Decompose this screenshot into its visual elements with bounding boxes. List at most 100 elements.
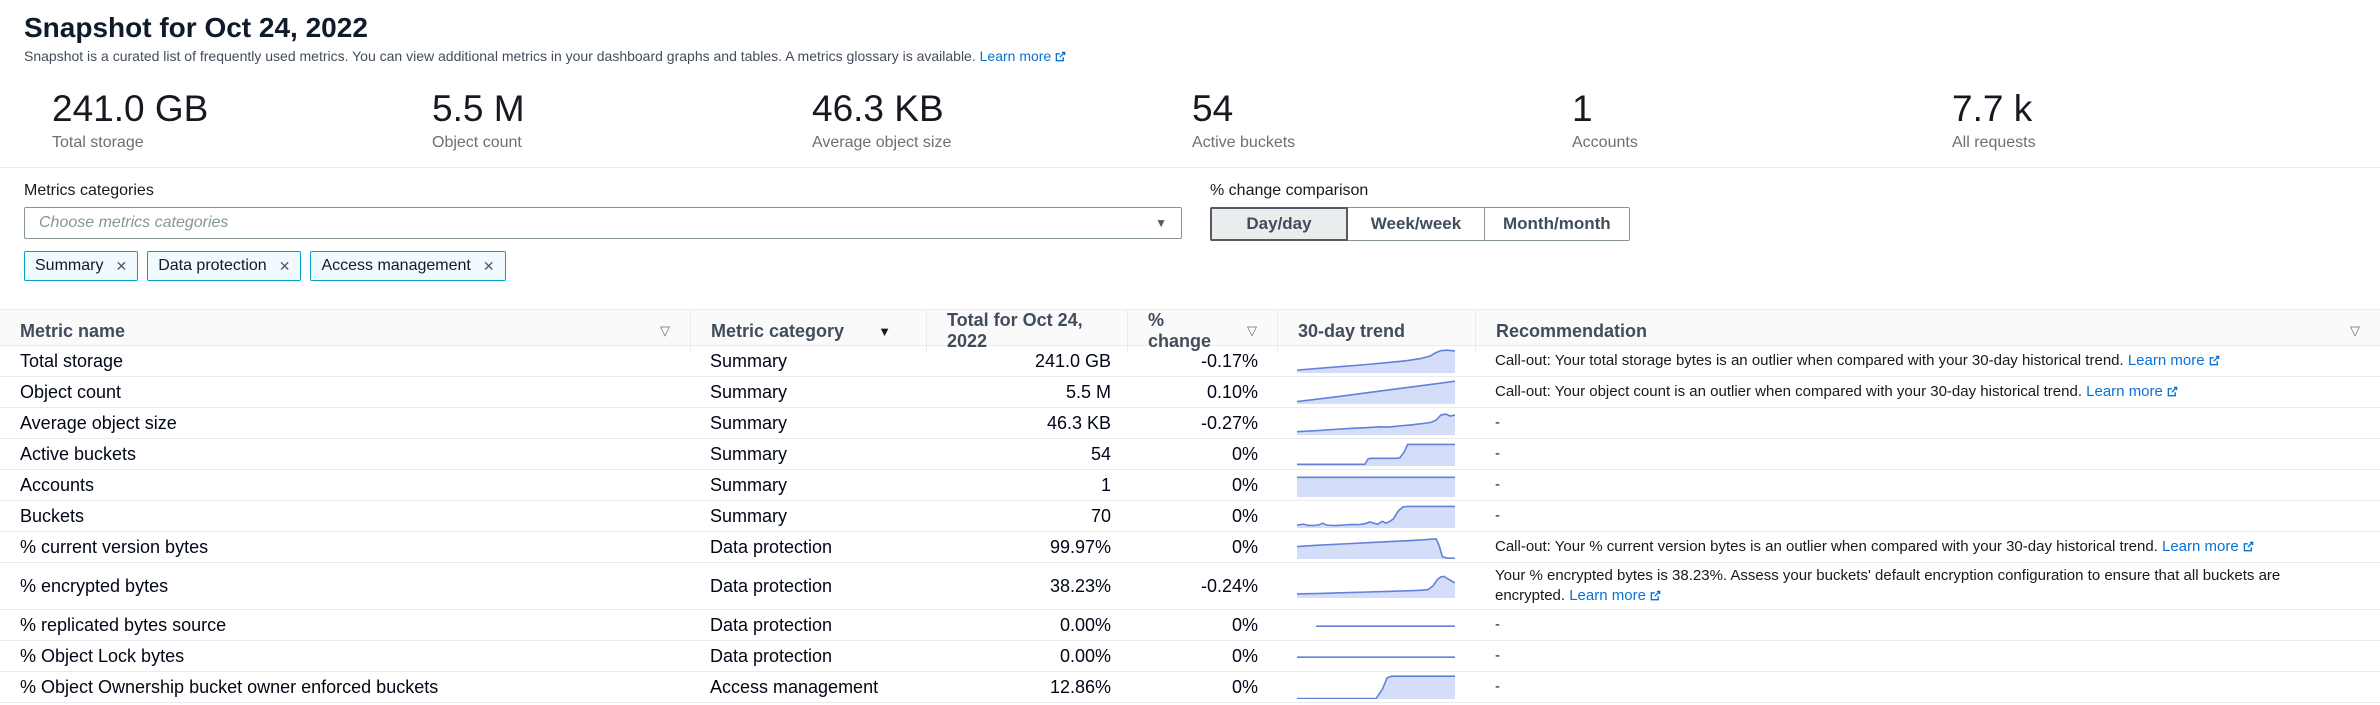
- total-cell: 0.00%: [926, 646, 1127, 667]
- stat-label: Average object size: [812, 135, 1192, 151]
- percent-change-cell: 0%: [1127, 506, 1277, 527]
- sort-descending-icon[interactable]: ▼: [878, 324, 891, 339]
- recommendation-empty: -: [1495, 476, 1500, 493]
- summary-stats: 241.0 GB Total storage5.5 MObject count46…: [0, 64, 2380, 167]
- segment-week-week[interactable]: Week/week: [1347, 207, 1485, 241]
- trend-cell: [1277, 349, 1475, 373]
- page-description: Snapshot is a curated list of frequently…: [0, 48, 2380, 64]
- metric-name-cell: % encrypted bytes: [0, 576, 690, 597]
- stat-label: Total storage: [52, 135, 432, 151]
- chevron-down-icon: ▼: [1155, 216, 1167, 230]
- metrics-table: Metric name▽Metric category▼ Total for Oc…: [0, 309, 2380, 703]
- learn-more-link[interactable]: Learn more: [2162, 538, 2254, 555]
- recommendation-cell: Call-out: Your % current version bytes i…: [1475, 534, 2380, 560]
- trend-sparkline: [1297, 380, 1455, 404]
- percent-change-cell: 0%: [1127, 646, 1277, 667]
- learn-more-link[interactable]: Learn more: [1569, 587, 1661, 604]
- comparison-segmented-control: Day/dayWeek/weekMonth/month: [1210, 207, 1630, 241]
- trend-sparkline: [1297, 411, 1455, 435]
- metrics-categories-group: Metrics categories Choose metrics catego…: [24, 183, 1182, 241]
- percent-change-cell: -0.24%: [1127, 576, 1277, 597]
- stat-active-buckets: 54 Active buckets: [1192, 90, 1572, 151]
- table-row: BucketsSummary700%-: [0, 501, 2380, 532]
- metrics-categories-label: Metrics categories: [24, 183, 1182, 199]
- stat-value: 1: [1572, 90, 1952, 127]
- stat-total-storage: 241.0 GB Total storage: [52, 90, 432, 151]
- percent-change-cell: 0%: [1127, 537, 1277, 558]
- percent-change-cell: 0%: [1127, 615, 1277, 636]
- filter-icon[interactable]: ▽: [660, 323, 670, 339]
- recommendation-empty: -: [1495, 647, 1500, 664]
- metrics-categories-select[interactable]: Choose metrics categories ▼: [24, 207, 1182, 239]
- recommendation-text: Call-out: Your object count is an outlie…: [1495, 383, 2086, 400]
- comparison-group: % change comparison Day/dayWeek/weekMont…: [1210, 183, 1630, 241]
- trend-cell: [1277, 574, 1475, 598]
- recommendation-cell: Call-out: Your total storage bytes is an…: [1475, 348, 2380, 374]
- metric-category-cell: Summary: [690, 475, 926, 496]
- storage-lens-snapshot-page: Snapshot for Oct 24, 2022 Snapshot is a …: [0, 0, 2380, 705]
- metric-name-cell: Object count: [0, 382, 690, 403]
- segment-month-month[interactable]: Month/month: [1484, 207, 1630, 241]
- external-link-icon: [1055, 51, 1066, 62]
- column-label: Total for Oct 24, 2022: [947, 310, 1107, 352]
- metric-name-cell: Active buckets: [0, 444, 690, 465]
- stat-value: 46.3 KB: [812, 90, 1192, 127]
- total-cell: 54: [926, 444, 1127, 465]
- column-label: Recommendation: [1496, 321, 1647, 342]
- external-link-icon: [2209, 355, 2220, 366]
- token-access-management: Access management✕: [310, 251, 505, 281]
- metric-category-cell: Data protection: [690, 615, 926, 636]
- learn-more-link[interactable]: Learn more: [2128, 352, 2220, 369]
- external-link-icon: [2167, 386, 2178, 397]
- comparison-label: % change comparison: [1210, 183, 1630, 199]
- total-cell: 0.00%: [926, 615, 1127, 636]
- trend-sparkline: [1297, 349, 1455, 373]
- total-cell: 1: [926, 475, 1127, 496]
- table-row: Object countSummary5.5 M0.10%Call-out: Y…: [0, 377, 2380, 408]
- external-link-icon: [1650, 590, 1661, 601]
- token-data-protection: Data protection✕: [147, 251, 301, 281]
- stat-value: 7.7 k: [1952, 90, 2332, 127]
- stat-value: 241.0 GB: [52, 90, 432, 127]
- table-row: % Object Ownership bucket owner enforced…: [0, 672, 2380, 703]
- glossary-learn-more-link[interactable]: Learn more: [980, 48, 1066, 64]
- column-header-metric-name[interactable]: Metric name▽: [0, 310, 690, 352]
- table-row: Total storageSummary241.0 GB-0.17%Call-o…: [0, 346, 2380, 377]
- stat-value: 54: [1192, 90, 1572, 127]
- recommendation-cell: Call-out: Your object count is an outlie…: [1475, 379, 2380, 405]
- dismiss-icon[interactable]: ✕: [279, 259, 291, 273]
- metric-name-cell: Buckets: [0, 506, 690, 527]
- column-label: % change: [1148, 310, 1221, 352]
- learn-more-link[interactable]: Learn more: [2086, 383, 2178, 400]
- dismiss-icon[interactable]: ✕: [483, 259, 495, 273]
- column-header-30-day-trend[interactable]: 30-day trend: [1277, 310, 1475, 352]
- table-row: Active bucketsSummary540%-: [0, 439, 2380, 470]
- trend-sparkline: [1297, 442, 1455, 466]
- metric-category-cell: Summary: [690, 506, 926, 527]
- recommendation-cell: -: [1475, 472, 2380, 498]
- filter-bar: Metrics categories Choose metrics catego…: [0, 168, 2380, 241]
- column-header-total-for-oct-24-2022[interactable]: Total for Oct 24, 2022: [926, 310, 1127, 352]
- filter-icon[interactable]: ▽: [2350, 323, 2360, 339]
- stat-average-object-size: 46.3 KB Average object size: [812, 90, 1192, 151]
- column-header-recommendation[interactable]: Recommendation ▽: [1475, 310, 2380, 352]
- stat-label: Active buckets: [1192, 135, 1572, 151]
- stat-object-count: 5.5 MObject count: [432, 90, 812, 151]
- dismiss-icon[interactable]: ✕: [115, 259, 127, 273]
- total-cell: 99.97%: [926, 537, 1127, 558]
- column-header-metric-category[interactable]: Metric category▼: [690, 310, 926, 352]
- metric-name-cell: Average object size: [0, 413, 690, 434]
- metric-category-cell: Access management: [690, 677, 926, 698]
- column-header-change[interactable]: % change ▽: [1127, 310, 1277, 352]
- filter-icon[interactable]: ▽: [1247, 323, 1257, 339]
- table-row: AccountsSummary10%-: [0, 470, 2380, 501]
- trend-sparkline: [1297, 613, 1455, 637]
- trend-cell: [1277, 411, 1475, 435]
- trend-cell: [1277, 644, 1475, 668]
- percent-change-cell: 0.10%: [1127, 382, 1277, 403]
- total-cell: 12.86%: [926, 677, 1127, 698]
- table-row: % replicated bytes sourceData protection…: [0, 610, 2380, 641]
- recommendation-cell: -: [1475, 612, 2380, 638]
- segment-day-day[interactable]: Day/day: [1210, 207, 1348, 241]
- token-label: Summary: [35, 257, 103, 275]
